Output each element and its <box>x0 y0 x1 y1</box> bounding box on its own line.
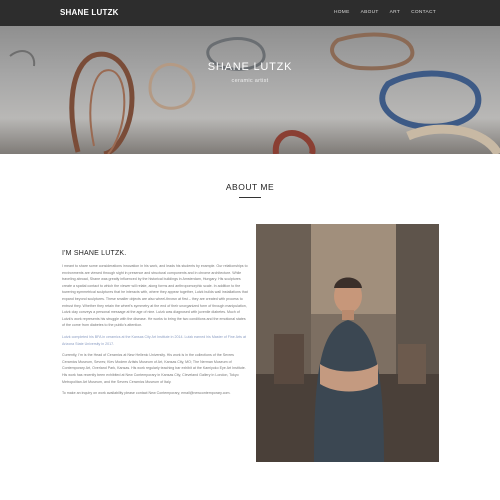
bio-paragraph: I meant to share some considerations inn… <box>62 264 248 328</box>
hero-title: SHANE LUTZK <box>207 61 293 73</box>
nav-item-art[interactable]: ART <box>390 10 400 15</box>
brand-logo[interactable]: SHANE LUTZK <box>60 8 119 17</box>
inquiry-paragraph: To make an inquiry on work availability … <box>62 391 231 396</box>
top-nav: SHANE LUTZK HOME ABOUT ART CONTACT <box>0 0 500 26</box>
about-heading: ABOUT ME <box>225 182 275 192</box>
about-text-column: I'M SHANE LUTZK. I meant to share some c… <box>62 250 248 402</box>
heading-divider <box>239 197 261 198</box>
education-paragraph: Lutzk completed his BFA in ceramics at t… <box>62 334 248 347</box>
artist-photo-illustration <box>256 224 439 462</box>
hero-background-image <box>9 32 500 154</box>
nav-menu: HOME ABOUT ART CONTACT <box>334 10 436 15</box>
hero-subtitle: ceramic artist <box>231 78 269 84</box>
education-link[interactable]: Lutzk completed his BFA in ceramics at t… <box>62 335 246 346</box>
intro-heading: I'M SHANE LUTZK. <box>62 250 127 257</box>
artist-photo <box>256 224 439 462</box>
collections-paragraph: Currently, I'm is the Head of Ceramics a… <box>62 353 246 384</box>
nav-item-home[interactable]: HOME <box>334 10 350 15</box>
nav-item-contact[interactable]: CONTACT <box>411 10 436 15</box>
nav-item-about[interactable]: ABOUT <box>361 10 379 15</box>
hero-banner: SHANE LUTZK ceramic artist <box>0 26 500 154</box>
